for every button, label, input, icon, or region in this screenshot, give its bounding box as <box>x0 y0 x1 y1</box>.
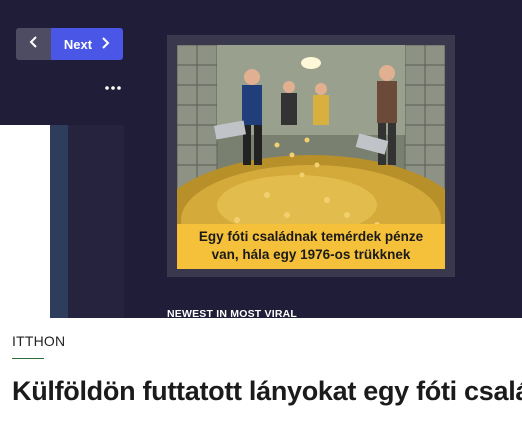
ad-caption-line-1: Egy fóti családnak temérdek pénze <box>198 229 424 244</box>
ad-caption-line-2: van, hála egy 1976-os trükknek <box>211 247 411 262</box>
category-link[interactable]: ITTHON <box>12 333 65 349</box>
chevron-right-icon <box>100 36 110 52</box>
popup-overlay: Next Egy fóti családnak temérdek pénze v… <box>0 0 522 318</box>
pagination-controls: Next <box>16 28 123 60</box>
next-button-label: Next <box>63 36 93 52</box>
category-underline <box>12 358 44 359</box>
ad-card[interactable]: Egy fóti családnak temérdek pénze van, h… <box>167 35 455 277</box>
side-panel <box>0 125 50 318</box>
ad-caption: Egy fóti családnak temérdek pénze van, h… <box>177 224 445 269</box>
next-button[interactable]: Next <box>51 28 123 60</box>
chevron-left-icon <box>29 35 39 53</box>
section-heading: NEWEST IN MOST VIRAL <box>167 308 297 318</box>
side-panel-shadow <box>68 125 124 318</box>
more-dots-icon[interactable] <box>104 80 122 98</box>
side-panel-stripe <box>50 125 68 318</box>
ad-image: Egy fóti családnak temérdek pénze van, h… <box>177 45 445 269</box>
article-title[interactable]: Külföldön futtatott lányokat egy fóti cs… <box>12 376 522 407</box>
previous-button[interactable] <box>16 28 51 60</box>
